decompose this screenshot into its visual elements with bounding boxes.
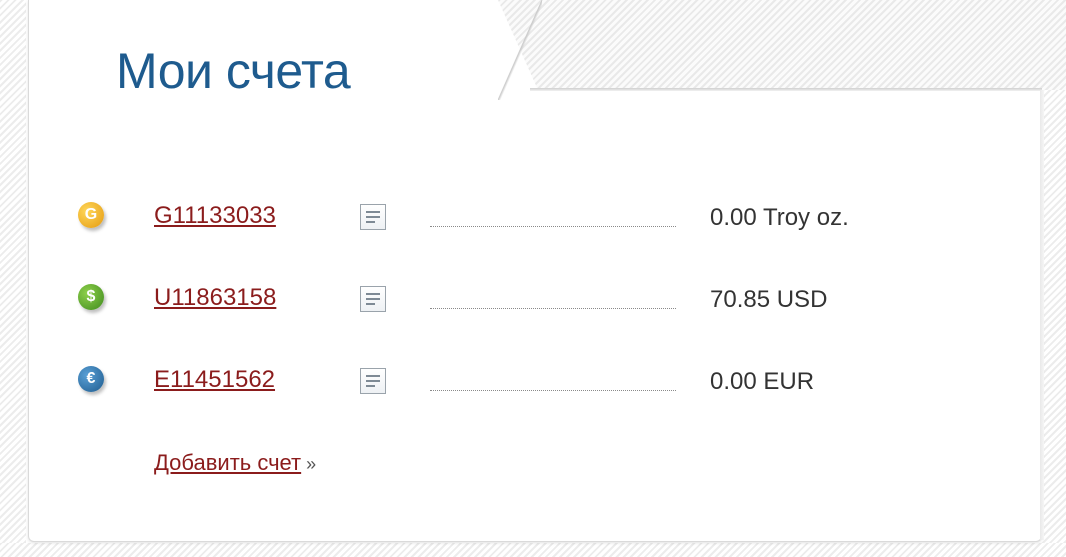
add-account-link[interactable]: Добавить счет — [154, 450, 301, 475]
account-row-eur: € E11451562 0.00 EUR — [78, 360, 938, 442]
dollar-coin-icon: $ — [78, 284, 104, 310]
euro-coin-icon: € — [78, 366, 104, 392]
account-link-eur[interactable]: E11451562 — [154, 366, 275, 394]
page-title: Мои счета — [116, 43, 351, 99]
statement-icon[interactable] — [360, 368, 386, 394]
tab-edge — [498, 0, 542, 100]
account-balance-gold: 0.00 Troy oz. — [710, 204, 849, 231]
statement-icon[interactable] — [360, 204, 386, 230]
account-balance-usd: 70.85 USD — [710, 286, 828, 313]
statement-icon[interactable] — [360, 286, 386, 312]
page: Мои счета G G11133033 0.00 Troy oz. $ U1… — [0, 0, 1066, 557]
account-row-usd: $ U11863158 70.85 USD — [78, 278, 938, 360]
tab-shadow — [530, 88, 1042, 91]
add-account: Добавить счет» — [154, 450, 316, 476]
account-balance-eur: 0.00 EUR — [710, 368, 815, 395]
gold-coin-icon: G — [78, 202, 104, 228]
account-link-gold[interactable]: G11133033 — [154, 202, 276, 230]
account-row-gold: G G11133033 0.00 Troy oz. — [78, 196, 938, 278]
hatched-background-bottom — [0, 543, 1066, 557]
dotted-leader — [430, 308, 676, 309]
hatched-background-left — [0, 0, 26, 557]
dotted-leader — [430, 226, 676, 227]
dotted-leader — [430, 390, 676, 391]
accounts-list: G G11133033 0.00 Troy oz. $ U11863158 70… — [78, 196, 938, 442]
double-chevron-right-icon: » — [306, 454, 317, 474]
hatched-background-top — [498, 0, 1066, 90]
panel-edge — [1040, 90, 1044, 540]
account-link-usd[interactable]: U11863158 — [154, 284, 276, 312]
